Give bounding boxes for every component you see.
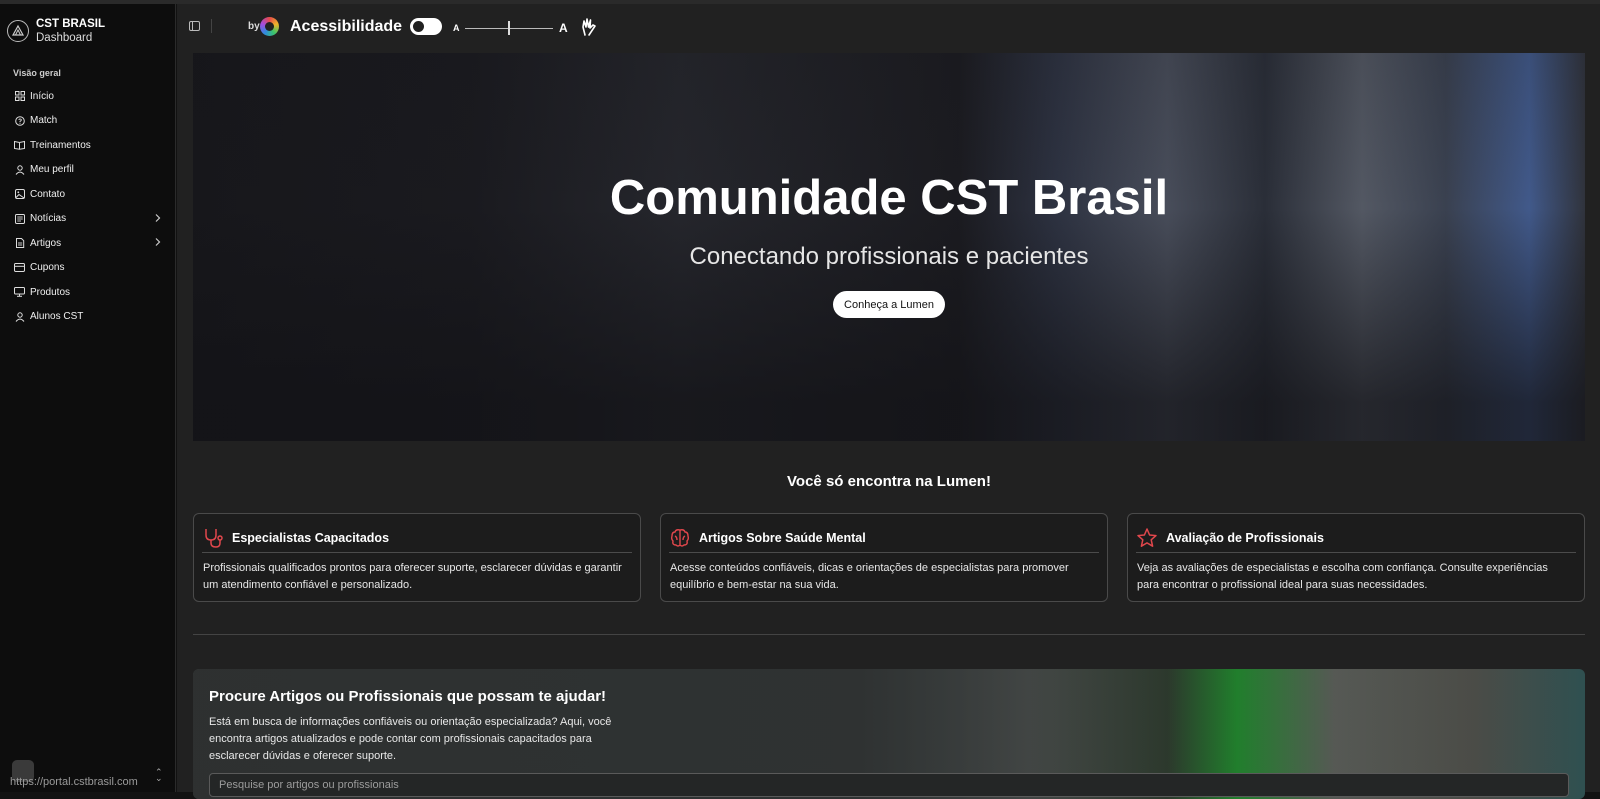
sidebar-item-alunos-cst[interactable]: Alunos CST [0,305,175,330]
search-panel-text: Está em busca de informações confiáveis … [209,716,612,762]
sidebar-item-label: Artigos [30,237,62,249]
feature-cards: Especialistas Capacitados Profissionais … [193,513,1585,602]
sign-language-icon[interactable] [579,17,599,42]
credit-card-icon [14,262,25,273]
font-size-large-label: A [559,21,568,35]
user-icon [14,311,25,322]
main-content: by Acessibilidade A A Comunidade CST Bra… [177,4,1600,799]
feature-card: Artigos Sobre Saúde Mental Acesse conteú… [660,513,1108,602]
brain-icon [669,527,691,549]
font-size-small-label: A [453,23,460,33]
conheca-lumen-button[interactable]: Conheça a Lumen [833,291,945,318]
sidebar-item-inicio[interactable]: Início [0,84,175,109]
monitor-icon [14,287,25,298]
divider [211,19,212,33]
book-open-icon [14,140,25,151]
features-title: Você só encontra na Lumen! [787,473,991,490]
contrast-toggle[interactable] [410,18,442,35]
sidebar-item-label: Meu perfil [30,164,74,176]
sidebar-item-artigos[interactable]: Artigos [0,231,175,256]
sidebar-item-match[interactable]: Match [0,109,175,134]
grid-icon [14,91,25,102]
chevrons-up-down-icon[interactable]: ⌃ ⌄ [155,768,163,783]
feature-card: Avaliação de Profissionais Veja as avali… [1127,513,1585,602]
chevron-right-icon [154,213,161,226]
sidebar: CST BRASIL Dashboard Visão geral Início … [0,4,176,792]
hero-banner: Comunidade CST Brasil Conectando profiss… [193,53,1585,441]
sidebar-item-label: Match [30,115,58,127]
brand[interactable]: CST BRASIL Dashboard [0,4,175,48]
section-label: Visão geral [13,68,61,78]
sidebar-item-treinamentos[interactable]: Treinamentos [0,133,175,158]
file-text-icon [14,238,25,249]
sidebar-item-label: Produtos [30,286,71,298]
sidebar-item-contato[interactable]: Contato [0,182,175,207]
search-panel: Procure Artigos ou Profissionais que pos… [193,669,1585,799]
feature-card-title: Artigos Sobre Saúde Mental [699,530,866,545]
brand-name: CST BRASIL [36,18,105,30]
accessibility-title: Acessibilidade [290,18,403,35]
sidebar-item-label: Notícias [30,213,67,225]
font-size-slider-thumb[interactable] [508,21,510,35]
stethoscope-icon [202,527,224,549]
search-panel-title: Procure Artigos ou Profissionais que pos… [209,688,607,705]
hero-title: Comunidade CST Brasil [609,171,1169,225]
sidebar-item-cupons[interactable]: Cupons [0,256,175,281]
star-icon [1136,527,1158,549]
brand-subtitle: Dashboard [36,32,93,44]
sidebar-item-label: Cupons [30,262,65,274]
sidebar-item-label: Início [30,90,54,102]
chevron-right-icon [154,237,161,250]
sidebar-item-label: Alunos CST [30,311,84,323]
feature-card-title: Especialistas Capacitados [232,530,390,545]
feature-card-title: Avaliação de Profissionais [1166,530,1324,545]
section-divider [193,634,1585,635]
sidebar-item-produtos[interactable]: Produtos [0,280,175,305]
newspaper-icon [14,213,25,224]
search-input[interactable] [209,773,1569,797]
feature-card-text: Acesse conteúdos confiáveis, dicas e ori… [670,562,1069,591]
user-icon [14,164,25,175]
feature-card-text: Veja as avaliações de especialistas e es… [1137,562,1548,591]
sidebar-nav: Início Match Treinamentos Meu perfil Con… [0,84,175,329]
cst-logo-icon [7,20,29,42]
topbar: by Acessibilidade A A [177,4,1600,49]
sidebar-item-label: Treinamentos [30,139,91,151]
by-label: by [248,21,260,32]
hero-subtitle: Conectando profissionais e pacientes [689,243,1089,270]
help-circle-icon [14,115,25,126]
image-icon [14,189,25,200]
sidebar-item-noticias[interactable]: Notícias [0,207,175,232]
feature-card: Especialistas Capacitados Profissionais … [193,513,641,602]
sidebar-item-meu-perfil[interactable]: Meu perfil [0,158,175,183]
sidebar-toggle-icon[interactable] [189,21,200,31]
feature-card-text: Profissionais qualificados prontos para … [203,562,622,591]
sidebar-item-label: Contato [30,188,66,200]
status-url: https://portal.cstbrasil.com [10,776,138,788]
accessibility-brand-logo-icon [260,17,279,36]
